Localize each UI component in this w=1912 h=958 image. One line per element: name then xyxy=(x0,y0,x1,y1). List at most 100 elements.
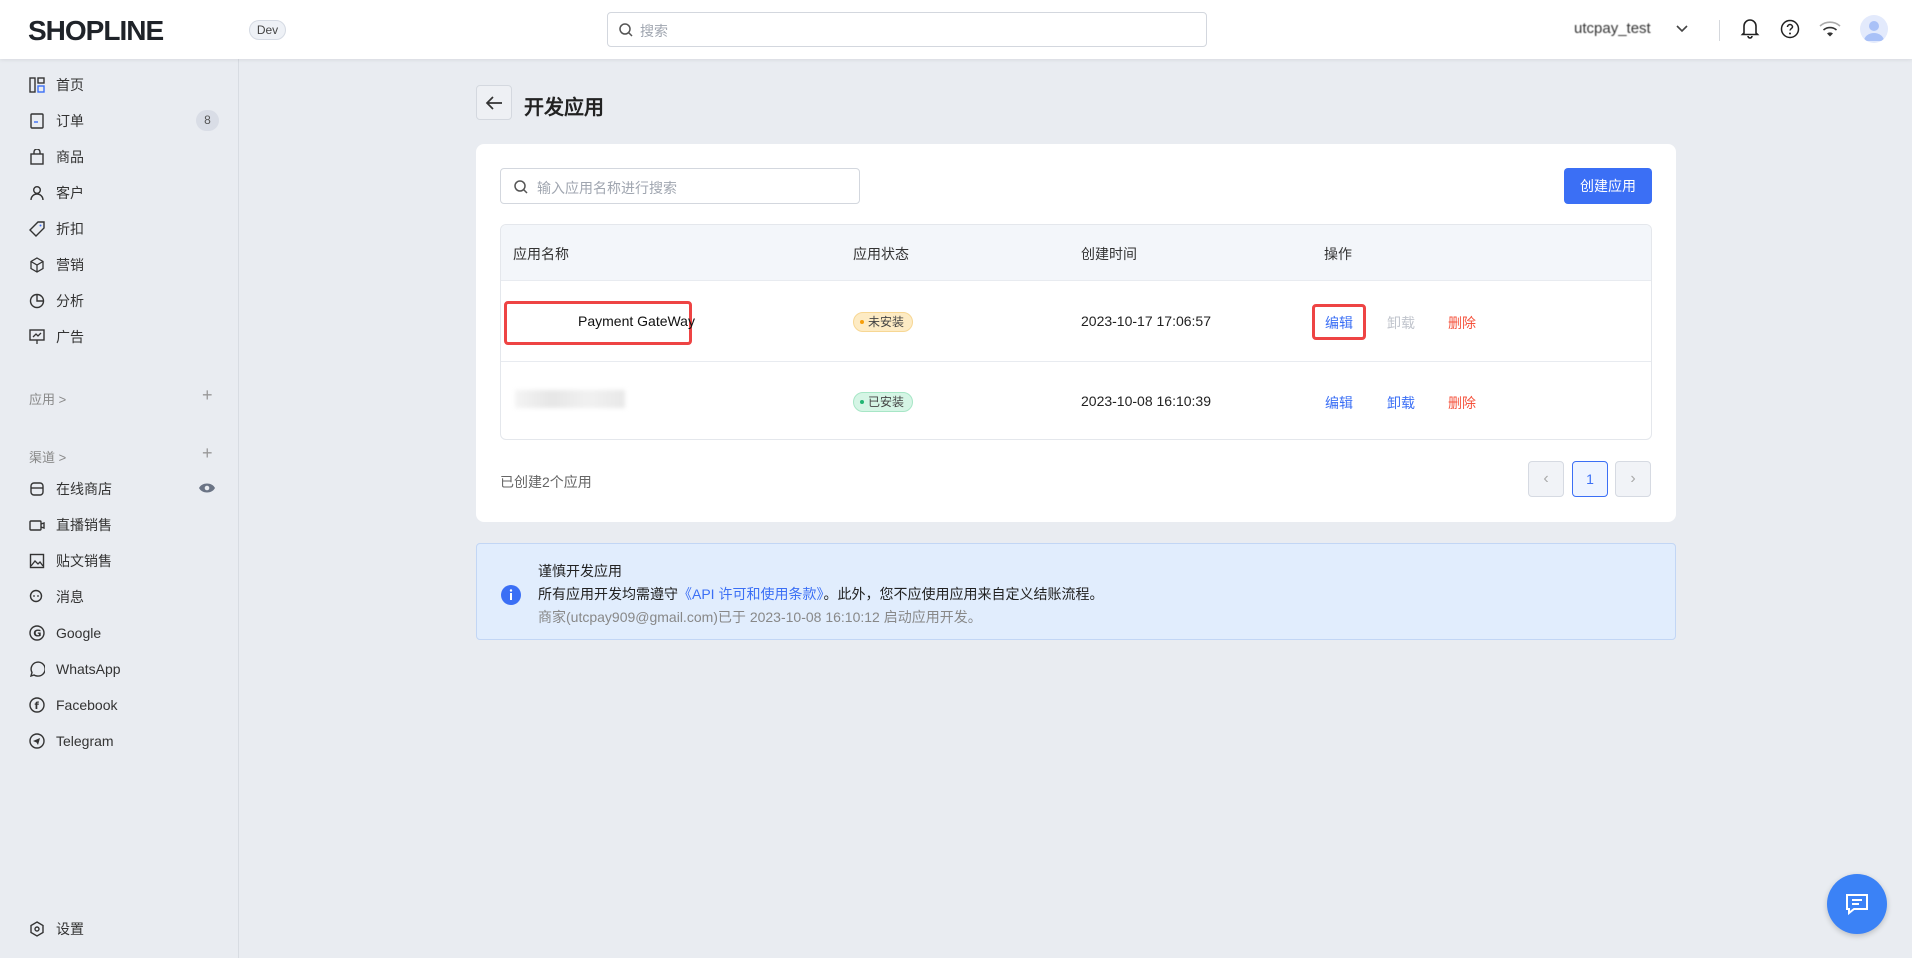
search-icon xyxy=(619,23,633,37)
sidebar-item-label: 在线商店 xyxy=(56,481,112,497)
sidebar-item-discounts[interactable]: 折扣 xyxy=(28,214,84,244)
svg-text:G: G xyxy=(33,629,41,640)
sidebar-item-customers[interactable]: 客户 xyxy=(28,178,84,208)
sidebar-item-label: 商品 xyxy=(56,149,84,165)
column-header-status: 应用状态 xyxy=(853,246,909,262)
help-icon[interactable] xyxy=(1780,19,1800,39)
eye-icon[interactable] xyxy=(198,482,216,494)
image-icon xyxy=(28,552,46,570)
sidebar-item-label: Facebook xyxy=(56,697,118,713)
arrow-left-icon xyxy=(485,95,502,110)
table-row: 已安装 2023-10-08 16:10:39 编辑 卸载 删除 xyxy=(501,362,1651,439)
chevron-right-icon: › xyxy=(1630,470,1636,487)
sidebar-item-label: 消息 xyxy=(56,589,84,605)
search-placeholder: 输入应用名称进行搜索 xyxy=(537,180,677,196)
sidebar-item-label: WhatsApp xyxy=(56,661,121,677)
sidebar-item-label: 营销 xyxy=(56,257,84,273)
google-icon: G xyxy=(28,624,46,642)
message-icon xyxy=(1846,894,1868,916)
sidebar-item-label: Telegram xyxy=(56,733,114,749)
sidebar-item-label: 直播销售 xyxy=(56,517,112,533)
bag-icon xyxy=(28,148,46,166)
sidebar-item-label: 订单 xyxy=(56,113,84,129)
column-header-created: 创建时间 xyxy=(1081,246,1137,262)
status-text: 已安装 xyxy=(868,395,905,409)
uninstall-link[interactable]: 卸载 xyxy=(1387,393,1415,413)
sidebar-item-online-store[interactable]: 在线商店 xyxy=(28,474,112,504)
column-header-actions: 操作 xyxy=(1324,246,1352,262)
app-name[interactable]: Payment GateWay xyxy=(578,313,695,329)
edit-link[interactable]: 编辑 xyxy=(1325,393,1353,413)
avatar[interactable] xyxy=(1860,15,1888,43)
add-channel-plus-icon[interactable]: + xyxy=(202,443,213,464)
chat-support-button[interactable] xyxy=(1827,874,1887,934)
created-time: 2023-10-08 16:10:39 xyxy=(1081,393,1211,409)
home-icon xyxy=(28,76,46,94)
info-icon xyxy=(501,585,521,605)
notice-text: 所有应用开发均需遵守《API 许可和使用条款》。此外，您不应使用应用来自定义结账… xyxy=(538,584,1103,604)
status-text: 未安装 xyxy=(868,315,905,329)
sidebar-item-orders[interactable]: 订单 xyxy=(28,106,84,136)
order-icon xyxy=(28,112,46,130)
sidebar-item-label: 首页 xyxy=(56,77,84,93)
sidebar-item-products[interactable]: 商品 xyxy=(28,142,84,172)
bell-icon[interactable] xyxy=(1740,17,1760,39)
status-badge: 已安装 xyxy=(853,392,914,412)
app-name-redacted[interactable] xyxy=(515,390,625,408)
api-terms-link[interactable]: 《API 许可和使用条款》 xyxy=(678,586,823,602)
user-icon xyxy=(28,184,46,202)
whatsapp-icon xyxy=(28,660,46,678)
sidebar-item-google[interactable]: G Google xyxy=(28,618,101,648)
app-search-input[interactable]: 输入应用名称进行搜索 xyxy=(500,168,860,204)
sidebar-item-home[interactable]: 首页 xyxy=(28,70,84,100)
apps-table: 应用名称 应用状态 创建时间 操作 Payment GateWay 未安装 20… xyxy=(500,224,1652,440)
store-switcher[interactable]: utcpay_test xyxy=(1574,20,1651,37)
delete-link[interactable]: 删除 xyxy=(1448,393,1476,413)
edit-link[interactable]: 编辑 xyxy=(1325,313,1353,333)
sidebar-item-messages[interactable]: 消息 xyxy=(28,582,84,612)
column-header-name: 应用名称 xyxy=(513,246,569,262)
sidebar-item-label: 折扣 xyxy=(56,221,84,237)
sidebar-item-analytics[interactable]: 分析 xyxy=(28,286,84,316)
sidebar: 首页 订单 8 商品 客户 折扣 营销 分析 广告 应用 > + 渠道 > + … xyxy=(0,59,239,958)
sidebar-item-label: 贴文销售 xyxy=(56,553,112,569)
user-avatar-icon xyxy=(1864,21,1884,41)
sidebar-item-facebook[interactable]: f Facebook xyxy=(28,690,117,720)
add-app-plus-icon[interactable]: + xyxy=(202,385,213,406)
chat-icon xyxy=(28,588,46,606)
notice-text-suffix: 。此外，您不应使用应用来自定义结账流程。 xyxy=(823,586,1104,602)
page-title: 开发应用 xyxy=(524,97,604,119)
sidebar-item-marketing[interactable]: 营销 xyxy=(28,250,84,280)
global-search-input[interactable]: 搜索 xyxy=(607,12,1207,47)
sidebar-item-telegram[interactable]: Telegram xyxy=(28,726,114,756)
table-header: 应用名称 应用状态 创建时间 操作 xyxy=(501,225,1651,281)
sidebar-item-ads[interactable]: 广告 xyxy=(28,322,84,352)
created-time: 2023-10-17 17:06:57 xyxy=(1081,313,1211,329)
next-page-button[interactable]: › xyxy=(1615,461,1651,497)
sidebar-item-whatsapp[interactable]: WhatsApp xyxy=(28,654,121,684)
sidebar-item-post-selling[interactable]: 贴文销售 xyxy=(28,546,112,576)
create-app-button[interactable]: 创建应用 xyxy=(1564,168,1652,204)
channels-section-header[interactable]: 渠道 > xyxy=(29,447,66,466)
apps-section-header[interactable]: 应用 > xyxy=(29,389,66,408)
chevron-down-icon[interactable] xyxy=(1675,24,1689,34)
prev-page-button[interactable]: ‹ xyxy=(1528,461,1564,497)
search-placeholder: 搜索 xyxy=(640,23,668,39)
sidebar-item-settings[interactable]: 设置 xyxy=(28,914,84,944)
sidebar-item-label: Google xyxy=(56,625,102,641)
sidebar-item-label: 客户 xyxy=(56,185,84,201)
telegram-icon xyxy=(28,732,46,750)
delete-link[interactable]: 删除 xyxy=(1448,313,1476,333)
billboard-icon xyxy=(28,328,46,346)
video-icon xyxy=(28,516,46,534)
wifi-icon[interactable] xyxy=(1819,21,1841,37)
back-button[interactable] xyxy=(476,85,512,120)
sidebar-item-label: 设置 xyxy=(56,921,84,937)
sidebar-item-live-selling[interactable]: 直播销售 xyxy=(28,510,112,540)
pie-icon xyxy=(28,292,46,310)
notice-text-prefix: 所有应用开发均需遵守 xyxy=(538,586,678,602)
search-icon xyxy=(514,180,528,194)
page-1-button[interactable]: 1 xyxy=(1572,461,1608,497)
shopline-logo[interactable]: SHOPLINE xyxy=(28,15,164,47)
uninstall-link-disabled: 卸载 xyxy=(1387,315,1415,331)
